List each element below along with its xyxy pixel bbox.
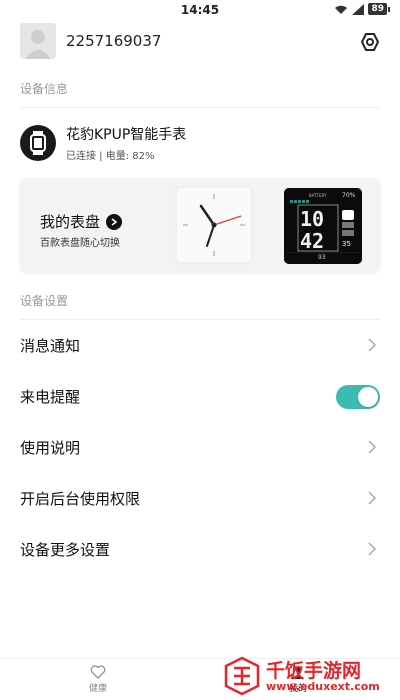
watermark-title: 千饭手游网: [266, 660, 362, 682]
watermark: 千饭手游网 www.eduxext.com: [222, 656, 392, 696]
menu-item-instructions[interactable]: 使用说明: [0, 422, 400, 473]
watch-face-card[interactable]: 我的表盘 百款表盘随心切换 BATTERY 70% 10 42 35 93: [20, 178, 380, 272]
user-id: 2257169037: [66, 32, 162, 50]
battery-level: 89: [368, 3, 387, 15]
device-name: 花豹KPUP智能手表: [66, 127, 187, 143]
chevron-right-icon: [368, 542, 377, 556]
menu-item-background-permission[interactable]: 开启后台使用权限: [0, 473, 400, 524]
svg-text:10: 10: [300, 207, 324, 231]
svg-text:42: 42: [300, 229, 324, 253]
device-row[interactable]: 花豹KPUP智能手表 已连接 | 电量: 82%: [0, 108, 400, 166]
menu-item-label: 设备更多设置: [20, 541, 111, 559]
svg-text:35: 35: [342, 240, 351, 248]
menu-item-label: 使用说明: [20, 439, 81, 457]
digital-watch-face-preview[interactable]: BATTERY 70% 10 42 35 93: [284, 188, 362, 264]
status-time: 14:45: [180, 3, 220, 17]
watch-face-title: 我的表盘: [40, 211, 123, 232]
chevron-right-icon: [368, 338, 377, 352]
svg-text:93: 93: [318, 254, 326, 261]
chevron-right-icon: [106, 213, 123, 230]
menu-item-label: 消息通知: [20, 337, 81, 355]
menu-item-more-settings[interactable]: 设备更多设置: [0, 524, 400, 575]
profile-header: 2257169037: [0, 20, 400, 62]
watermark-logo-icon: [224, 656, 260, 696]
call-reminder-toggle[interactable]: [336, 385, 380, 409]
heart-icon: [90, 665, 106, 679]
section-title-device-settings: 设备设置: [20, 294, 69, 308]
user-placeholder-icon: [25, 30, 51, 59]
battery-icon: 89: [368, 3, 390, 15]
settings-button[interactable]: [358, 30, 382, 54]
device-status: 已连接 | 电量: 82%: [66, 151, 155, 162]
tab-label: 健康: [88, 684, 107, 694]
menu-item-label: 开启后台使用权限: [20, 490, 141, 508]
avatar[interactable]: [20, 23, 56, 59]
watch-icon: [20, 125, 56, 161]
menu-item-label: 来电提醒: [20, 388, 81, 406]
settings-menu: 消息通知 来电提醒 使用说明 开启后台使用权限 设备更多设置: [0, 320, 400, 575]
svg-text:BATTERY: BATTERY: [309, 193, 327, 198]
svg-text:70%: 70%: [342, 192, 356, 199]
settings-icon: [360, 33, 380, 51]
menu-item-notifications[interactable]: 消息通知: [0, 320, 400, 371]
analog-clock-icon: [183, 194, 245, 256]
watermark-url: www.eduxext.com: [266, 680, 380, 693]
digital-clock-graphic: BATTERY 70% 10 42 35 93: [284, 188, 362, 264]
signal-icon: [352, 3, 365, 15]
wifi-icon: [335, 5, 348, 14]
section-title-device-info: 设备信息: [20, 82, 69, 96]
status-bar: 14:45 89: [0, 0, 400, 20]
status-icons: 89: [334, 3, 390, 15]
chevron-right-icon: [368, 491, 377, 505]
menu-item-call-reminder[interactable]: 来电提醒: [0, 371, 400, 422]
watch-face-title-text: 我的表盘: [40, 213, 101, 231]
watch-face-subtitle: 百款表盘随心切换: [40, 238, 120, 249]
chevron-right-icon: [368, 440, 377, 454]
analog-watch-face-preview[interactable]: [177, 188, 251, 262]
tab-health[interactable]: 健康: [68, 663, 128, 694]
